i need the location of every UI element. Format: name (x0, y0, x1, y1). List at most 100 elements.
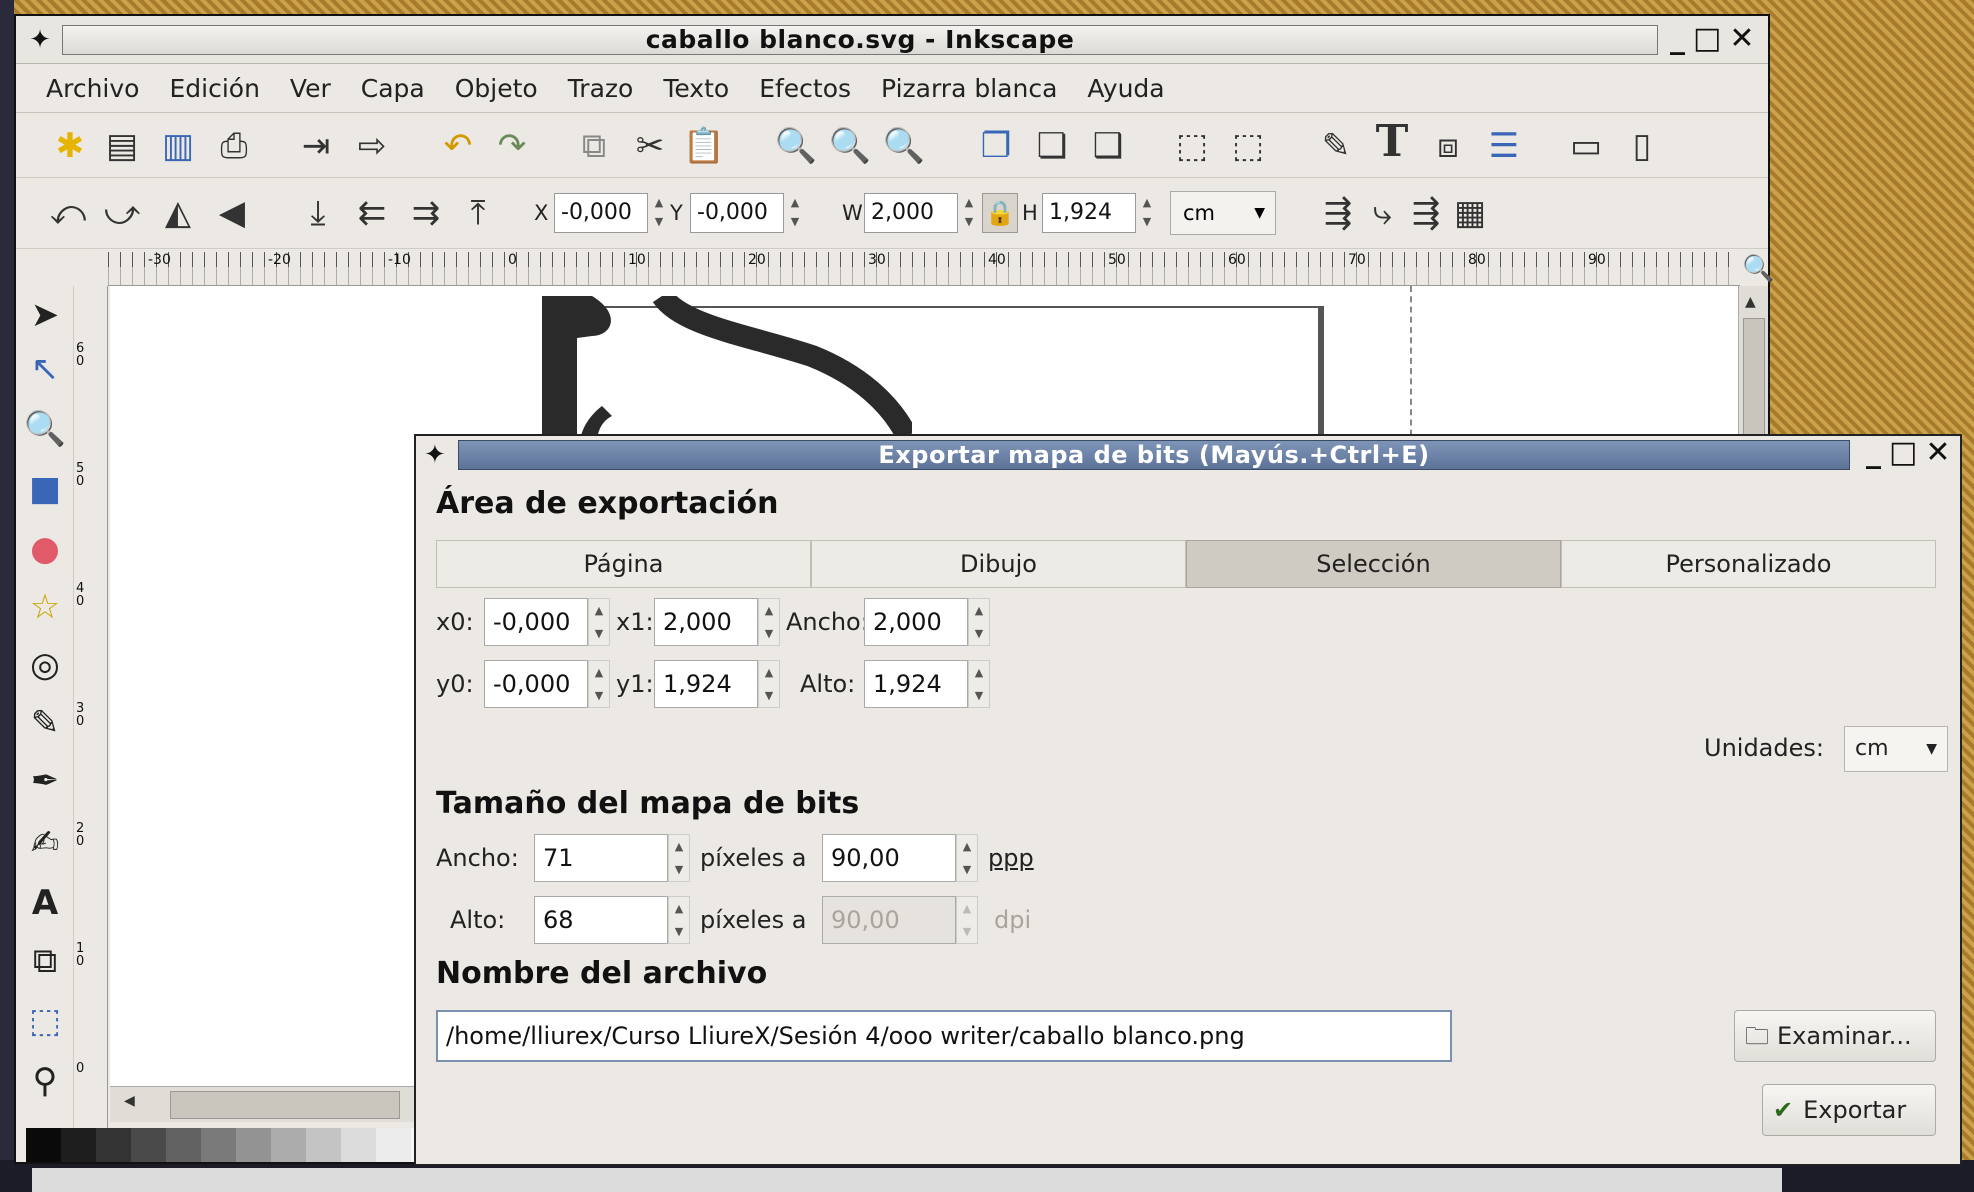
dropper-tool-icon[interactable]: ⚲ (22, 1058, 68, 1104)
paste-icon[interactable]: 📋 (682, 126, 726, 166)
new-document-icon[interactable]: ✱ (48, 126, 92, 166)
browse-button[interactable]: 🗀 Examinar... (1734, 1010, 1936, 1062)
menu-texto[interactable]: Texto (663, 74, 729, 103)
palette-swatch[interactable] (96, 1128, 131, 1162)
text-font-icon[interactable]: T (1370, 120, 1414, 164)
node-tool-icon[interactable]: ↖ (22, 346, 68, 392)
transform-gradients-icon[interactable]: ⇶ (1404, 193, 1448, 233)
redo-icon[interactable]: ↷ (490, 126, 534, 166)
menu-archivo[interactable]: Archivo (46, 74, 139, 103)
spiral-tool-icon[interactable]: ◎ (22, 642, 68, 688)
group-icon[interactable]: ⬚ (1170, 126, 1214, 166)
y1-spinner[interactable]: ▲ ▼ (758, 660, 780, 708)
open-icon[interactable]: ▤ (100, 126, 144, 166)
text-tool-icon[interactable]: A (22, 880, 68, 926)
tab-seleccion[interactable]: Selección (1186, 540, 1561, 588)
dialog-maximize-button[interactable]: □ (1889, 436, 1917, 470)
scale-stroke-icon[interactable]: ⇶ (1316, 193, 1360, 233)
export-icon[interactable]: ⇨ (350, 126, 394, 166)
xml-editor-icon[interactable]: ⧈ (1426, 126, 1470, 166)
close-button[interactable]: ✕ (1729, 22, 1754, 56)
width-input[interactable]: 2,000 (864, 598, 968, 646)
scroll-up-icon[interactable]: ▲ (1745, 294, 1756, 310)
tab-personalizado[interactable]: Personalizado (1561, 540, 1936, 588)
document-properties-icon[interactable]: ▯ (1620, 126, 1664, 166)
menu-ayuda[interactable]: Ayuda (1087, 74, 1164, 103)
gradient-tool-icon[interactable]: ⬚ (22, 998, 68, 1044)
palette-swatch[interactable] (236, 1128, 271, 1162)
minimize-button[interactable]: _ (1670, 22, 1685, 56)
menu-trazo[interactable]: Trazo (568, 74, 634, 103)
export-button[interactable]: ✔ Exportar (1762, 1084, 1936, 1136)
filename-input[interactable]: /home/lliurex/Curso LliureX/Sesión 4/ooo… (436, 1010, 1452, 1062)
dialog-title-bar[interactable]: ✦ Exportar mapa de bits (Mayús.+Ctrl+E) … (416, 436, 1960, 474)
ungroup-icon[interactable]: ⬚ (1226, 126, 1270, 166)
w-spinner[interactable]: ▲ ▼ (960, 193, 978, 233)
y0-spinner[interactable]: ▲ ▼ (588, 660, 610, 708)
horizontal-scroll-thumb[interactable] (170, 1091, 400, 1119)
x0-input[interactable]: -0,000 (484, 598, 588, 646)
star-tool-icon[interactable]: ☆ (22, 584, 68, 630)
palette-swatch[interactable] (61, 1128, 96, 1162)
bitmap-width-input[interactable]: 71 (534, 834, 668, 882)
rotate-ccw-icon[interactable]: ⤺ (46, 193, 90, 233)
clone-icon[interactable]: ❏ (1030, 126, 1074, 166)
rectangle-tool-icon[interactable]: ■ (22, 466, 68, 512)
bitmap-height-input[interactable]: 68 (534, 896, 668, 944)
import-icon[interactable]: ⇥ (294, 126, 338, 166)
width-spinner[interactable]: ▲ ▼ (968, 598, 990, 646)
w-input[interactable]: 2,000 (864, 193, 958, 233)
unlink-clone-icon[interactable]: ❑ (1086, 126, 1130, 166)
unit-select[interactable]: cm ▼ (1170, 191, 1276, 235)
palette-swatch[interactable] (26, 1128, 61, 1162)
zoom-drawing-icon[interactable]: 🔍 (828, 126, 872, 166)
zoom-tool-icon[interactable]: 🔍 (22, 406, 68, 452)
menu-edicion[interactable]: Edición (169, 74, 259, 103)
x0-spinner[interactable]: ▲ ▼ (588, 598, 610, 646)
title-bar[interactable]: ✦ caballo blanco.svg - Inkscape _ □ ✕ (16, 16, 1768, 64)
duplicate-icon[interactable]: ❐ (974, 126, 1018, 166)
ellipse-tool-icon[interactable]: ● (22, 526, 68, 572)
flip-vertical-icon[interactable]: ◀ (210, 193, 254, 233)
palette-swatch[interactable] (306, 1128, 341, 1162)
dpi-input[interactable]: 90,00 (822, 834, 956, 882)
fill-stroke-icon[interactable]: ✎ (1314, 126, 1358, 166)
h-spinner[interactable]: ▲ ▼ (1138, 193, 1156, 233)
y1-input[interactable]: 1,924 (654, 660, 758, 708)
bitmap-width-spinner[interactable]: ▲ ▼ (668, 834, 690, 882)
dialog-close-button[interactable]: ✕ (1925, 436, 1950, 470)
zoom-corner-icon[interactable]: 🔍 (1742, 254, 1774, 284)
connector-tool-icon[interactable]: ⧉ (22, 938, 68, 984)
tab-dibujo[interactable]: Dibujo (811, 540, 1186, 588)
palette-swatch[interactable] (271, 1128, 306, 1162)
horizontal-scrollbar[interactable]: ◀ (110, 1086, 430, 1122)
lock-icon[interactable]: 🔒 (982, 193, 1018, 233)
h-input[interactable]: 1,924 (1042, 193, 1136, 233)
selector-tool-icon[interactable]: ➤ (22, 292, 68, 338)
scale-corners-icon[interactable]: ⤷ (1360, 193, 1404, 233)
maximize-button[interactable]: □ (1693, 22, 1721, 56)
units-select[interactable]: cm ▼ (1844, 726, 1948, 772)
zoom-selection-icon[interactable]: 🔍 (774, 126, 818, 166)
transform-patterns-icon[interactable]: ▦ (1448, 193, 1492, 233)
palette-swatch[interactable] (131, 1128, 166, 1162)
zoom-page-icon[interactable]: 🔍 (882, 126, 926, 166)
tab-pagina[interactable]: Página (436, 540, 811, 588)
menu-ver[interactable]: Ver (290, 74, 331, 103)
save-icon[interactable]: ▥ (156, 126, 200, 166)
lower-to-bottom-icon[interactable]: ⤒ (456, 193, 500, 233)
x1-input[interactable]: 2,000 (654, 598, 758, 646)
vertical-scrollbar[interactable]: ▲ (1738, 286, 1768, 456)
palette-swatch[interactable] (376, 1128, 411, 1162)
y0-input[interactable]: -0,000 (484, 660, 588, 708)
copy-icon[interactable]: ⧉ (572, 126, 616, 166)
scroll-left-icon[interactable]: ◀ (124, 1093, 135, 1109)
cut-icon[interactable]: ✂ (628, 126, 672, 166)
align-distribute-icon[interactable]: ☰ (1482, 126, 1526, 166)
raise-icon[interactable]: ⇇ (350, 193, 394, 233)
palette-swatch[interactable] (341, 1128, 376, 1162)
y-spinner[interactable]: ▲ ▼ (786, 193, 804, 233)
pen-tool-icon[interactable]: ✒ (22, 758, 68, 804)
bitmap-height-spinner[interactable]: ▲ ▼ (668, 896, 690, 944)
menu-objeto[interactable]: Objeto (455, 74, 538, 103)
